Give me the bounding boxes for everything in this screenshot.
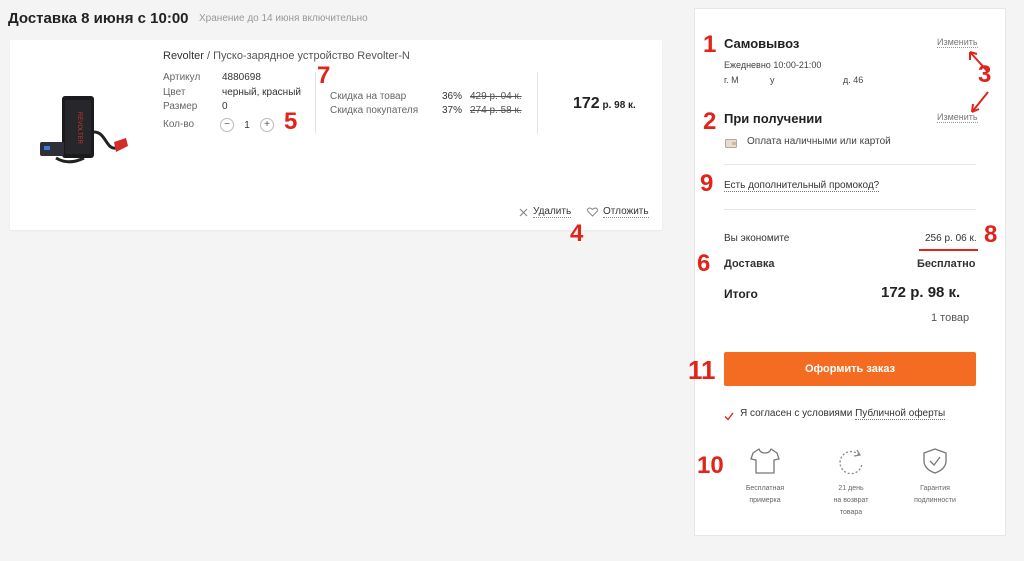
checkmark-icon[interactable] — [724, 408, 734, 426]
close-icon — [519, 208, 528, 216]
heart-icon — [587, 207, 598, 217]
total-value: 172 р. 98 к. — [881, 284, 961, 301]
tshirt-icon — [750, 448, 780, 474]
annotation-11: 11 — [688, 355, 716, 385]
agreement-label: Я согласен с условиями — [740, 408, 856, 419]
pickup-address-end: д. 46 — [843, 75, 864, 85]
place-order-button[interactable]: Оформить заказ — [724, 352, 976, 386]
storage-note: Хранение до 14 июня включительно — [199, 13, 368, 24]
wallet-icon — [725, 135, 737, 153]
annotation-2: 2 — [703, 108, 717, 135]
delivery-label: Доставка — [724, 258, 775, 270]
savings-label: Вы экономите — [724, 233, 790, 244]
price-divider — [537, 72, 538, 134]
title-separator: / — [203, 50, 214, 62]
shield-check-icon — [923, 448, 947, 474]
annotation-9: 9 — [700, 170, 714, 197]
size-value: 0 — [222, 101, 228, 112]
customer-discount-amount: 274 р. 58 к. — [470, 105, 522, 116]
payment-title: При получении — [724, 111, 823, 126]
items-count: 1 товар — [931, 312, 970, 324]
public-offer-link[interactable]: Публичной оферты — [855, 408, 946, 420]
annotation-10: 10 — [697, 452, 724, 479]
annotation-1: 1 — [703, 31, 717, 58]
feature-line1: 21 день — [838, 485, 864, 492]
pickup-title: Самовывоз — [724, 36, 800, 51]
item-discount-percent: 36% — [442, 91, 463, 102]
product-title[interactable]: Revolter / Пуско-зарядное устройство Rev… — [163, 50, 410, 62]
feature-authenticity: Гарантия подлинности — [895, 447, 975, 507]
size-label: Размер — [163, 101, 198, 112]
divider-2 — [724, 209, 976, 210]
feature-line1: Бесплатная — [745, 485, 785, 492]
agreement-text: Я согласен с условиями Публичной оферты — [740, 408, 946, 420]
product-brand[interactable]: Revolter — [163, 50, 204, 62]
delivery-value: Бесплатно — [917, 258, 976, 270]
item-price-main: 172 — [573, 95, 600, 112]
color-label: Цвет — [163, 87, 186, 98]
delete-button[interactable]: Удалить — [519, 206, 572, 218]
refresh-icon — [839, 449, 863, 475]
product-image[interactable]: REVOLTER — [36, 92, 132, 172]
item-price: 172 р. 98 к. — [573, 95, 636, 113]
decrease-quantity-button[interactable]: − — [220, 118, 234, 132]
savings-value: 256 р. 06 к. — [925, 233, 977, 244]
promo-code-link[interactable]: Есть дополнительный промокод? — [724, 180, 880, 192]
increase-quantity-button[interactable]: + — [260, 118, 274, 132]
annotation-8: 8 — [984, 221, 998, 248]
feature-line2: на возврат — [833, 497, 869, 504]
payment-description: Оплата наличными или картой — [747, 136, 891, 147]
product-logo-text: REVOLTER — [76, 112, 82, 145]
color-value: черный, красный — [222, 87, 301, 98]
annotation-5: 5 — [284, 108, 298, 135]
article-value: 4880698 — [222, 72, 261, 83]
customer-discount-percent: 37% — [442, 105, 463, 116]
pickup-address-mid: у — [770, 75, 775, 85]
feature-line1: Гарантия — [920, 485, 950, 492]
annotation-3: 3 — [978, 61, 992, 88]
item-price-rest: р. 98 к. — [599, 100, 636, 111]
feature-line3: товара — [839, 509, 863, 516]
customer-discount-label: Скидка покупателя — [330, 105, 419, 116]
annotation-7: 7 — [317, 62, 331, 89]
total-label: Итого — [724, 287, 758, 301]
pickup-hours: Ежедневно 10:00-21:00 — [724, 60, 822, 70]
annotation-6: 6 — [697, 250, 711, 277]
pickup-address-start: г. М — [724, 75, 739, 85]
item-discount-amount: 429 р. 04 к. — [470, 91, 522, 102]
quantity-label: Кол-во — [163, 119, 195, 130]
savings-underline — [919, 249, 978, 251]
address-redaction — [780, 72, 838, 86]
postpone-label: Отложить — [603, 206, 649, 218]
feature-line2: примерка — [749, 497, 781, 504]
postpone-button[interactable]: Отложить — [587, 206, 649, 218]
divider-1 — [724, 164, 976, 165]
product-name[interactable]: Пуско-зарядное устройство Revolter-N — [213, 50, 410, 62]
delete-label: Удалить — [533, 206, 572, 218]
feature-free-fitting: Бесплатная примерка — [725, 447, 805, 507]
delivery-title: Доставка 8 июня с 10:00 — [8, 10, 189, 27]
item-discount-label: Скидка на товар — [330, 91, 407, 102]
jump-starter-image: REVOLTER — [40, 96, 128, 164]
feature-line2: подлинности — [914, 497, 956, 504]
quantity-value: 1 — [244, 119, 250, 131]
quantity-stepper: − 1 + — [220, 117, 274, 133]
card-divider — [315, 72, 316, 134]
annotation-4: 4 — [570, 220, 584, 247]
article-label: Артикул — [163, 72, 201, 83]
feature-return: 21 день на возврат товара — [811, 447, 891, 519]
